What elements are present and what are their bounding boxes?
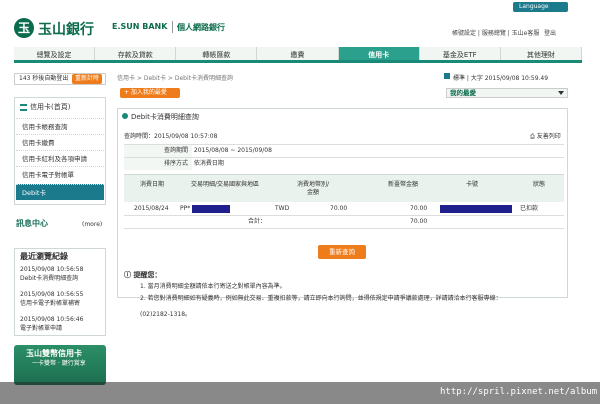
nav-item-funds-etf[interactable]: 基金及ETF: [420, 47, 501, 60]
watermark-text: http://spril.pixnet.net/album: [440, 387, 598, 397]
main-nav: 總覽及設定 存款及貸款 轉帳匯款 繳費 信用卡 基金及ETF 其他理財: [14, 47, 582, 63]
bank-logo-icon: 玉: [14, 18, 34, 38]
notice-line: 2. 若您對消費明細如有疑義時，例如無此交易、重複扣款等，請立即向本行詢問，並得…: [140, 295, 502, 302]
sidebar-menu-header[interactable]: 信用卡(首頁): [20, 102, 70, 112]
row-date: 2015/08/24: [134, 205, 169, 212]
period-value: 2015/08/08 ~ 2015/09/08: [193, 147, 272, 154]
print-link[interactable]: ⎙ 友善列印: [530, 131, 561, 141]
row-currency: TWD: [275, 205, 290, 212]
nav-item-payment[interactable]: 繳費: [257, 47, 339, 60]
recent-link[interactable]: Debit卡消費明細查詢: [20, 275, 78, 283]
message-more-link[interactable]: (more): [82, 221, 102, 228]
panel-title-label: Debit卡消費明細查詢: [131, 113, 199, 121]
breadcrumb[interactable]: 信用卡 > Debit卡 > Debit卡消費明細查詢: [117, 73, 233, 82]
sort-value: 依消費日期: [193, 160, 224, 167]
nav-item-other[interactable]: 其他理財: [501, 47, 582, 60]
col-status: 狀態: [532, 181, 545, 188]
recent-link[interactable]: 信用卡電子對帳單補寄: [20, 300, 80, 308]
panel-title: Debit卡消費明細查詢: [122, 112, 199, 122]
nav-item-credit-card[interactable]: 信用卡: [338, 47, 420, 60]
logo-divider: [172, 21, 173, 33]
nav-item-transfer[interactable]: 轉帳匯款: [176, 47, 258, 60]
nav-item-deposit-loan[interactable]: 存款及貸款: [95, 47, 177, 60]
bank-logo-text: 玉山銀行: [38, 22, 94, 38]
sidebar-menu-header-label: 信用卡(首頁): [30, 103, 71, 111]
add-favorite-button[interactable]: + 加入我的最愛: [120, 88, 180, 98]
row-detail-prefix: PP*: [180, 205, 191, 212]
chevron-down-icon: [558, 91, 564, 95]
requery-button[interactable]: 重新查詢: [318, 245, 366, 259]
sidebar-item-e-statement[interactable]: 信用卡電子對帳單: [16, 166, 104, 182]
table-total-row: 合計： 70.00: [124, 217, 564, 229]
table-header: 消費日期 交易明細/交易國家與地區 消費地幣別/金額 新臺幣金額 卡號 狀態: [124, 174, 564, 202]
sort-label: 排序方式: [124, 158, 192, 170]
row-status: 已扣款: [520, 205, 539, 212]
bank-logo-subtitle: 個人網路銀行: [177, 23, 225, 32]
period-row: 查詢期間 2015/08/08 ~ 2015/09/08: [124, 144, 564, 157]
row-twd-amount: 70.00: [410, 205, 428, 212]
sidebar-item-card-payment[interactable]: 信用卡繳費: [16, 134, 104, 150]
menu-icon: [20, 103, 27, 111]
notice-line: (02)2182-1318。: [140, 311, 192, 318]
sidebar-item-debit-card[interactable]: Debit卡: [16, 184, 104, 200]
print-label: 友善列印: [536, 133, 561, 140]
gear-icon: [122, 113, 128, 119]
recent-link[interactable]: 電子對帳單申請: [20, 325, 62, 333]
row-amount: 70.00: [330, 205, 348, 212]
font-size-icon: [444, 73, 450, 79]
table-row: 2015/08/24 PP* TWD 70.00 70.00 已扣款: [124, 202, 564, 216]
language-button[interactable]: Language: [513, 2, 568, 12]
recent-browsing-title: 最近瀏覽紀錄: [20, 252, 68, 261]
reset-timer-button[interactable]: 重新計時: [72, 74, 102, 84]
total-label: 合計：: [248, 218, 267, 225]
nav-item-overview[interactable]: 總覽及設定: [14, 47, 96, 60]
message-center-title[interactable]: 訊息中心: [16, 218, 48, 229]
recent-time: 2015/09/08 10:56:55: [20, 291, 84, 298]
query-time: 查詢時間：2015/09/08 10:57:08: [124, 133, 218, 140]
total-value: 70.00: [410, 218, 428, 225]
col-twd-amount: 新臺幣金額: [387, 181, 418, 188]
sort-row: 排序方式 依消費日期: [124, 157, 564, 170]
recent-time: 2015/09/08 10:56:46: [20, 316, 84, 323]
col-date: 消費日期: [139, 181, 164, 188]
col-local-amount: 消費地幣別/金額: [296, 181, 330, 196]
col-card-number: 卡號: [465, 181, 478, 188]
sidebar-item-bonus-apply[interactable]: 信用卡紅利及各項申請: [16, 150, 104, 166]
logout-link[interactable]: 登出: [544, 28, 556, 37]
period-label: 查詢期間: [124, 145, 192, 157]
promo-subtitle: 一卡雙幣 · 鍵行賞享: [32, 360, 86, 367]
notice-title: ⓘ 提醒您：: [124, 270, 161, 280]
redacted-card-number: [440, 205, 512, 213]
redacted-merchant: [192, 205, 230, 213]
notice-title-label: 提醒您：: [133, 271, 162, 279]
favorite-select[interactable]: 我的最愛: [446, 88, 568, 98]
sidebar-item-account-inquiry[interactable]: 信用卡帳務查詢: [16, 118, 104, 134]
printer-icon: ⎙: [530, 133, 537, 140]
notice-line: 1. 當月消費明細金額請依本行寄送之對帳單內容為準。: [140, 283, 286, 290]
font-size-and-clock[interactable]: 標準 | 大字 2015/09/08 10:59.49: [453, 73, 548, 82]
recent-time: 2015/09/08 10:56:58: [20, 266, 84, 273]
top-links[interactable]: 帳號設定 | 服務總覽 | 玉山e客服: [452, 28, 539, 37]
col-detail: 交易明細/交易國家與地區: [190, 181, 260, 188]
bank-logo-en: E.SUN BANK: [112, 22, 168, 31]
